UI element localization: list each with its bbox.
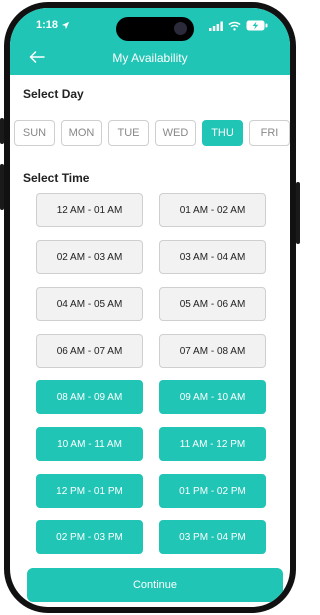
day-tue[interactable]: TUE [108,120,149,146]
day-wed[interactable]: WED [155,120,196,146]
time-slot-05am[interactable]: 05 AM - 06 AM [159,287,266,321]
battery-charging-icon [246,20,268,31]
time-slot-09am[interactable]: 09 AM - 10 AM [159,380,266,414]
location-arrow-icon [61,21,70,29]
signal-icon [209,21,223,31]
status-time-text: 1:18 [36,19,59,31]
day-mon[interactable]: MON [61,120,102,146]
day-thu[interactable]: THU [202,120,243,146]
page-title: My Availability [112,51,188,65]
time-slot-10am[interactable]: 10 AM - 11 AM [36,427,143,461]
time-slot-02am[interactable]: 02 AM - 03 AM [36,240,143,274]
time-slot-12pm[interactable]: 12 PM - 01 PM [36,474,143,508]
time-slot-08am[interactable]: 08 AM - 09 AM [36,380,143,414]
day-selector: SUN MON TUE WED THU FRI [14,120,290,146]
select-time-label: Select Time [23,171,90,185]
time-slot-03am[interactable]: 03 AM - 04 AM [159,240,266,274]
time-slot-01pm[interactable]: 01 PM - 02 PM [159,474,266,508]
select-day-label: Select Day [23,87,84,101]
time-slot-01am[interactable]: 01 AM - 02 AM [159,193,266,227]
time-slot-12am[interactable]: 12 AM - 01 AM [36,193,143,227]
time-slot-07am[interactable]: 07 AM - 08 AM [159,334,266,368]
wifi-icon [228,21,241,31]
status-bar-time: 1:18 [36,19,70,31]
time-slot-03pm[interactable]: 03 PM - 04 PM [159,520,266,554]
day-fri[interactable]: FRI [249,120,290,146]
app-header: 1:18 My Availability [10,8,290,75]
time-slot-06am[interactable]: 06 AM - 07 AM [36,334,143,368]
camera-icon [174,22,187,35]
time-slot-04am[interactable]: 04 AM - 05 AM [36,287,143,321]
phone-frame: 1:18 My Availability Select Day SUN MON … [4,2,296,613]
time-slot-02pm[interactable]: 02 PM - 03 PM [36,520,143,554]
status-bar-indicators [209,20,268,31]
power-button [296,182,300,244]
time-slot-11am[interactable]: 11 AM - 12 PM [159,427,266,461]
screen: 1:18 My Availability Select Day SUN MON … [10,8,290,607]
continue-button[interactable]: Continue [27,568,283,602]
day-sun[interactable]: SUN [14,120,55,146]
